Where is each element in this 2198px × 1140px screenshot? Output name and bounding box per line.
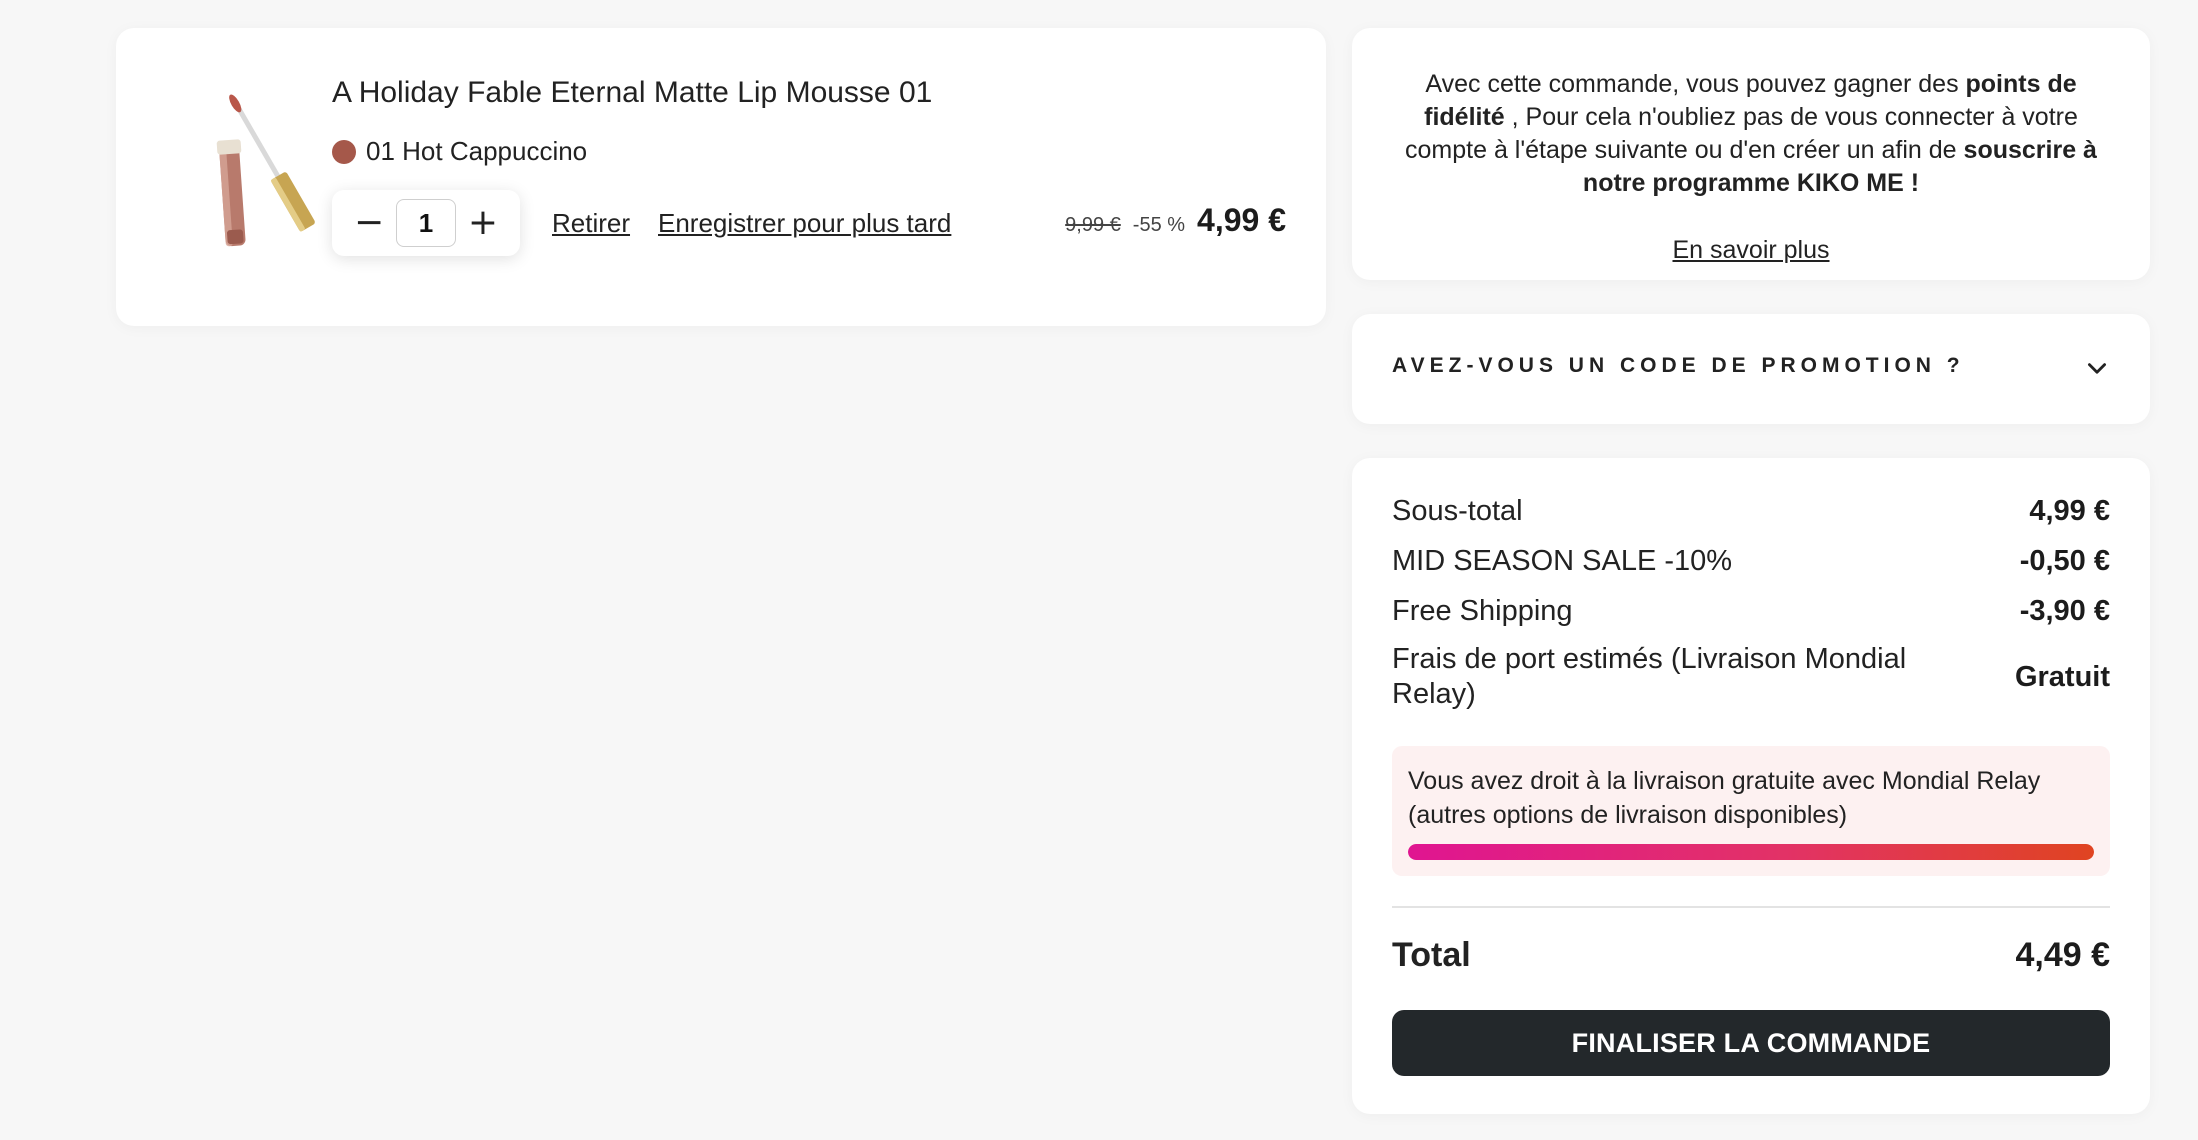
free-shipping-progress-bar bbox=[1408, 844, 2094, 860]
order-summary-card: Sous-total 4,99 € MID SEASON SALE -10% -… bbox=[1352, 458, 2150, 1114]
checkout-button[interactable]: FINALISER LA COMMANDE bbox=[1392, 1010, 2110, 1076]
subtotal-row: Sous-total 4,99 € bbox=[1392, 494, 2110, 529]
progress-fill bbox=[1408, 844, 2094, 860]
quantity-stepper: − + bbox=[332, 190, 520, 256]
subtotal-label: Sous-total bbox=[1392, 495, 1523, 527]
free-shipping-notice: Vous avez droit à la livraison gratuite … bbox=[1392, 746, 2110, 876]
shade-name: 01 Hot Cappuccino bbox=[366, 136, 588, 166]
shade-info: 01 Hot Cappuccino bbox=[332, 136, 587, 167]
price-block: 9,99 € -55 % 4,99 € bbox=[1065, 202, 1286, 239]
remove-item-link[interactable]: Retirer bbox=[552, 208, 630, 239]
current-price: 4,99 € bbox=[1197, 202, 1286, 238]
cart-item-card: A Holiday Fable Eternal Matte Lip Mousse… bbox=[116, 28, 1326, 326]
sale-discount-label: MID SEASON SALE -10% bbox=[1392, 545, 1733, 577]
plus-icon[interactable]: + bbox=[468, 205, 498, 241]
free-shipping-notice-text: Vous avez droit à la livraison gratuite … bbox=[1408, 767, 2041, 829]
minus-icon[interactable]: − bbox=[354, 205, 384, 241]
original-price: 9,99 € bbox=[1065, 214, 1121, 236]
shipping-estimate-value: Gratuit bbox=[2014, 660, 2110, 693]
total-label: Total bbox=[1392, 936, 1471, 974]
shipping-estimate-row: Frais de port estimés (Livraison Mondial… bbox=[1392, 642, 2110, 712]
chevron-down-icon[interactable] bbox=[2084, 356, 2110, 382]
divider bbox=[1392, 906, 2110, 908]
shade-swatch bbox=[332, 139, 356, 164]
loyalty-info-card: Avec cette commande, vous pouvez gagner … bbox=[1352, 28, 2150, 280]
sale-discount-row: MID SEASON SALE -10% -0,50 € bbox=[1392, 544, 2110, 579]
quantity-input[interactable] bbox=[396, 199, 456, 247]
loyalty-text-part: Avec cette commande, vous pouvez gagner … bbox=[1425, 70, 1966, 98]
product-title[interactable]: A Holiday Fable Eternal Matte Lip Mousse… bbox=[332, 76, 932, 110]
lip-mousse-product-image[interactable] bbox=[186, 80, 336, 260]
free-shipping-label: Free Shipping bbox=[1392, 595, 1573, 627]
sale-discount-value: -0,50 € bbox=[2019, 545, 2110, 577]
total-value: 4,49 € bbox=[2015, 936, 2110, 974]
promo-code-toggle[interactable]: AVEZ-VOUS UN CODE DE PROMOTION ? bbox=[1352, 314, 2150, 424]
free-shipping-value: -3,90 € bbox=[2019, 595, 2110, 627]
total-row: Total 4,49 € bbox=[1392, 936, 2110, 975]
save-for-later-link[interactable]: Enregistrer pour plus tard bbox=[658, 208, 951, 239]
shipping-estimate-label: Frais de port estimés (Livraison Mondial… bbox=[1392, 643, 1907, 710]
learn-more-link[interactable]: En savoir plus bbox=[1352, 236, 2150, 265]
loyalty-message: Avec cette commande, vous pouvez gagner … bbox=[1392, 68, 2110, 200]
promo-code-label: AVEZ-VOUS UN CODE DE PROMOTION ? bbox=[1392, 354, 1965, 377]
subtotal-value: 4,99 € bbox=[2029, 495, 2110, 527]
discount-percent: -55 % bbox=[1132, 214, 1186, 236]
free-shipping-row: Free Shipping -3,90 € bbox=[1392, 594, 2110, 629]
